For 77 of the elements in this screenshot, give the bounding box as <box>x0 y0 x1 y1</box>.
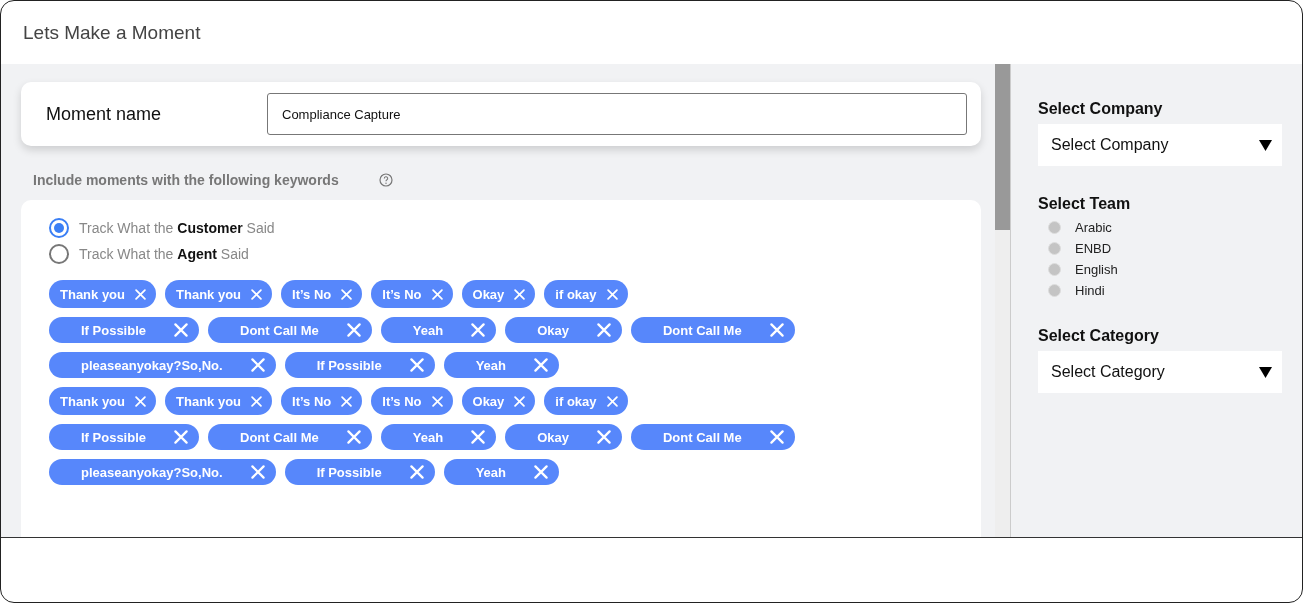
remove-icon[interactable] <box>471 430 486 444</box>
team-option-label: English <box>1075 262 1118 277</box>
keyword-tag: Yeah <box>443 459 559 485</box>
remove-icon[interactable] <box>409 465 424 479</box>
keyword-tag: if okay <box>544 280 628 308</box>
remove-icon[interactable] <box>534 465 548 479</box>
caret-icon <box>1259 366 1272 378</box>
remove-icon[interactable] <box>769 323 784 337</box>
remove-icon[interactable] <box>135 395 146 407</box>
keyword-tag: If Possible <box>284 352 435 378</box>
remove-icon[interactable] <box>514 288 526 300</box>
remove-icon[interactable] <box>251 288 263 300</box>
keyword-tag: Dont Call Me <box>208 317 372 343</box>
category-dropdown[interactable]: Select Category <box>1038 351 1282 393</box>
remove-icon[interactable] <box>250 465 265 479</box>
remove-icon[interactable] <box>606 288 618 300</box>
remove-icon[interactable] <box>514 395 526 407</box>
remove-icon[interactable] <box>174 323 189 337</box>
keyword-tag: If Possible <box>49 317 200 343</box>
remove-icon[interactable] <box>596 430 611 444</box>
keyword-tag: Thank you <box>49 387 156 415</box>
category-label: Select Category <box>1038 327 1160 345</box>
keyword-tag: pleaseanyokay?So,No. <box>49 459 276 485</box>
remove-icon[interactable] <box>346 430 361 444</box>
remove-icon[interactable] <box>596 323 611 337</box>
remove-icon[interactable] <box>346 323 361 337</box>
remove-icon[interactable] <box>250 358 265 372</box>
keyword-tag: Dont Call Me <box>630 424 795 450</box>
radio-button[interactable] <box>49 218 69 238</box>
remove-icon[interactable] <box>341 395 353 407</box>
help-icon[interactable] <box>378 173 393 187</box>
keyword-tag: Okay <box>461 387 536 415</box>
team-option-label: ENBD <box>1075 241 1112 256</box>
team-option-label: Hindi <box>1075 283 1105 298</box>
radio-label: Track What the Customer Said <box>79 220 275 236</box>
radio-label: Track What the Agent Said <box>79 246 249 262</box>
remove-icon[interactable] <box>431 288 443 300</box>
window-title: Lets Make a Moment <box>23 21 201 44</box>
keyword-tag: If Possible <box>284 459 435 485</box>
moment-name-label: Moment name <box>46 103 163 125</box>
remove-icon[interactable] <box>606 395 618 407</box>
keyword-tag: Thank you <box>165 280 273 308</box>
remove-icon[interactable] <box>251 395 263 407</box>
keyword-tag: Okay <box>505 317 622 343</box>
remove-icon[interactable] <box>769 430 784 444</box>
remove-icon[interactable] <box>135 288 146 300</box>
company-dropdown[interactable]: Select Company <box>1038 124 1282 166</box>
remove-icon[interactable] <box>431 395 443 407</box>
caret-icon <box>1259 139 1272 151</box>
team-option-label: Arabic <box>1075 220 1112 235</box>
keyword-tag: Dont Call Me <box>630 317 795 343</box>
keyword-tag: Yeah <box>380 424 497 450</box>
scrollbar-thumb[interactable] <box>995 64 1010 230</box>
keyword-tag: pleaseanyokay?So,No. <box>49 352 276 378</box>
remove-icon[interactable] <box>471 323 486 337</box>
keyword-tag: It’s No <box>371 387 453 415</box>
keywords-label: Include moments with the following keywords <box>33 172 339 188</box>
keyword-tag: Yeah <box>443 352 559 378</box>
keyword-tag: It’s No <box>371 280 453 308</box>
remove-icon[interactable] <box>174 430 189 444</box>
remove-icon[interactable] <box>341 288 353 300</box>
team-label: Select Team <box>1038 195 1132 213</box>
keyword-tag: If Possible <box>49 424 200 450</box>
keyword-tag: Thank you <box>49 280 156 308</box>
remove-icon[interactable] <box>534 358 548 372</box>
keyword-tag: It’s No <box>281 280 363 308</box>
radio-button[interactable] <box>49 244 69 264</box>
remove-icon[interactable] <box>409 358 424 372</box>
company-label: Select Company <box>1038 100 1164 118</box>
moment-name-field[interactable]: Compliance Capture <box>267 93 967 135</box>
keyword-tag: Okay <box>505 424 622 450</box>
keyword-tag: Thank you <box>165 387 273 415</box>
keyword-tag: Yeah <box>380 317 497 343</box>
keyword-tag: It’s No <box>281 387 363 415</box>
keyword-tag: Dont Call Me <box>208 424 372 450</box>
keyword-tag: if okay <box>544 387 628 415</box>
keyword-tag: Okay <box>461 280 536 308</box>
